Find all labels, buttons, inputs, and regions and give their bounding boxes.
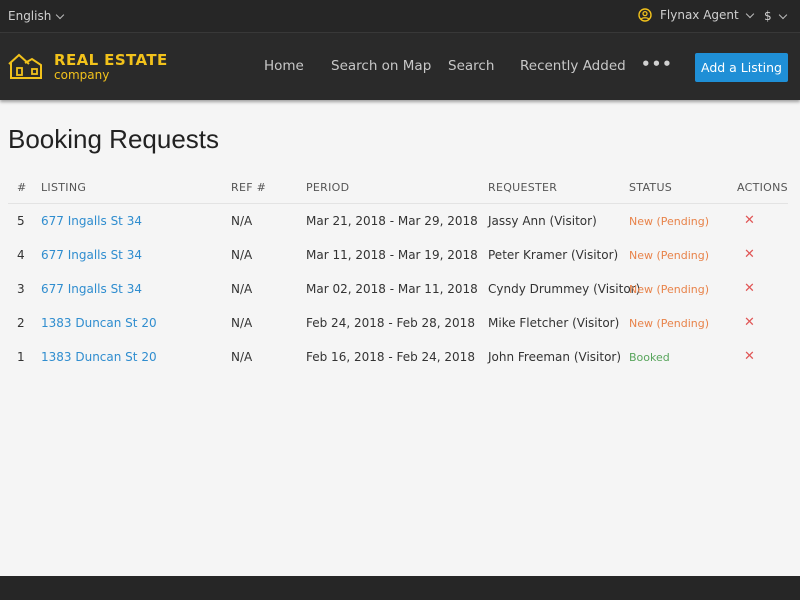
user-circle-icon bbox=[638, 8, 652, 22]
booking-period: Mar 11, 2018 - Mar 19, 2018 bbox=[306, 248, 478, 262]
status-badge: New (Pending) bbox=[629, 249, 710, 262]
header-ref: REF # bbox=[231, 181, 267, 194]
nav-home[interactable]: Home bbox=[264, 58, 304, 74]
requester-name: Jassy Ann (Visitor) bbox=[488, 214, 597, 228]
row-num: 1 bbox=[17, 350, 25, 364]
requester-name: Mike Fletcher (Visitor) bbox=[488, 316, 620, 330]
logo-text: REAL ESTATE company bbox=[54, 51, 168, 82]
page-footer bbox=[0, 576, 800, 600]
ref-number: N/A bbox=[231, 350, 253, 364]
table-row: 4 677 Ingalls St 34 N/A Mar 11, 2018 - M… bbox=[8, 238, 788, 272]
table-row: 3 677 Ingalls St 34 N/A Mar 02, 2018 - M… bbox=[8, 272, 788, 306]
row-num: 4 bbox=[17, 248, 25, 262]
booking-requests-table: # LISTING REF # PERIOD REQUESTER STATUS … bbox=[8, 170, 788, 374]
more-menu-icon[interactable]: ••• bbox=[641, 55, 673, 73]
close-icon[interactable]: ✕ bbox=[744, 281, 755, 296]
booking-period: Feb 16, 2018 - Feb 24, 2018 bbox=[306, 350, 475, 364]
header-listing: LISTING bbox=[41, 181, 87, 194]
row-num: 2 bbox=[17, 316, 25, 330]
house-icon bbox=[8, 53, 42, 79]
ref-number: N/A bbox=[231, 248, 253, 262]
requester-name: John Freeman (Visitor) bbox=[488, 350, 622, 364]
language-selector[interactable]: English bbox=[8, 9, 65, 23]
top-bar: English Flynax Agent $ bbox=[0, 0, 800, 33]
table-row: 2 1383 Duncan St 20 N/A Feb 24, 2018 - F… bbox=[8, 306, 788, 340]
chevron-down-icon bbox=[56, 10, 65, 19]
listing-link[interactable]: 677 Ingalls St 34 bbox=[41, 282, 142, 296]
nav-search[interactable]: Search bbox=[448, 58, 494, 74]
ref-number: N/A bbox=[231, 214, 253, 228]
add-listing-button[interactable]: Add a Listing bbox=[695, 53, 788, 82]
close-icon[interactable]: ✕ bbox=[744, 315, 755, 330]
page-title: Booking Requests bbox=[8, 124, 220, 154]
close-icon[interactable]: ✕ bbox=[744, 213, 755, 228]
listing-link[interactable]: 677 Ingalls St 34 bbox=[41, 248, 142, 262]
booking-period: Mar 21, 2018 - Mar 29, 2018 bbox=[306, 214, 478, 228]
requester-name: Peter Kramer (Visitor) bbox=[488, 248, 619, 262]
booking-period: Mar 02, 2018 - Mar 11, 2018 bbox=[306, 282, 478, 296]
row-num: 3 bbox=[17, 282, 25, 296]
agent-menu[interactable]: Flynax Agent bbox=[638, 8, 754, 22]
agent-name: Flynax Agent bbox=[660, 8, 739, 22]
language-label: English bbox=[8, 9, 52, 23]
logo-title: REAL ESTATE bbox=[54, 51, 168, 69]
listing-link[interactable]: 1383 Duncan St 20 bbox=[41, 350, 157, 364]
table-row: 5 677 Ingalls St 34 N/A Mar 21, 2018 - M… bbox=[8, 204, 788, 238]
main-navbar: REAL ESTATE company Home Search on Map S… bbox=[0, 33, 800, 100]
logo-subtitle: company bbox=[54, 68, 110, 82]
chevron-down-icon bbox=[745, 9, 754, 18]
nav-recently-added[interactable]: Recently Added bbox=[520, 58, 626, 74]
header-actions: ACTIONS bbox=[737, 181, 788, 194]
row-num: 5 bbox=[17, 214, 25, 228]
nav-search-on-map[interactable]: Search on Map bbox=[331, 58, 431, 74]
status-badge: New (Pending) bbox=[629, 215, 710, 228]
booking-period: Feb 24, 2018 - Feb 28, 2018 bbox=[306, 316, 475, 330]
currency-label: $ bbox=[764, 9, 772, 23]
currency-selector[interactable]: $ bbox=[764, 9, 787, 23]
listing-link[interactable]: 677 Ingalls St 34 bbox=[41, 214, 142, 228]
table-header: # LISTING REF # PERIOD REQUESTER STATUS … bbox=[8, 170, 788, 204]
header-period: PERIOD bbox=[306, 181, 350, 194]
close-icon[interactable]: ✕ bbox=[744, 349, 755, 364]
ref-number: N/A bbox=[231, 282, 253, 296]
status-badge: Booked bbox=[629, 351, 670, 364]
table-row: 1 1383 Duncan St 20 N/A Feb 16, 2018 - F… bbox=[8, 340, 788, 374]
header-num: # bbox=[17, 181, 27, 194]
close-icon[interactable]: ✕ bbox=[744, 247, 755, 262]
ref-number: N/A bbox=[231, 316, 253, 330]
listing-link[interactable]: 1383 Duncan St 20 bbox=[41, 316, 157, 330]
status-badge: New (Pending) bbox=[629, 283, 710, 296]
site-logo[interactable]: REAL ESTATE company bbox=[8, 51, 168, 82]
requester-name: Cyndy Drummey (Visitor) bbox=[488, 282, 641, 296]
chevron-down-icon bbox=[778, 10, 787, 19]
status-badge: New (Pending) bbox=[629, 317, 710, 330]
header-status: STATUS bbox=[629, 181, 673, 194]
header-requester: REQUESTER bbox=[488, 181, 558, 194]
